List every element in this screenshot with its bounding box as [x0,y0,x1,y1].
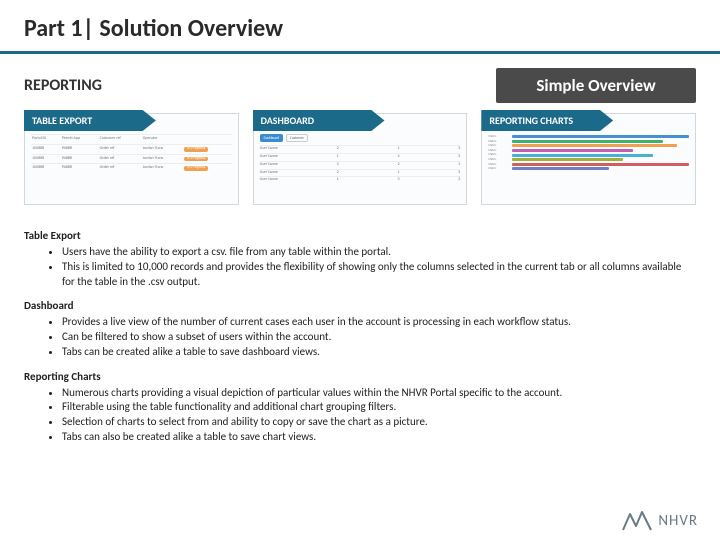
mini-button: Dashboard [260,134,283,142]
chart-bar-row: Metric [488,144,689,148]
bullet: Filterable using the table functionality… [62,400,696,415]
status-chip: In Progress [184,157,208,162]
chart-bar [512,167,608,170]
chart-bar [512,158,622,161]
subheader-row: REPORTING Simple Overview [0,54,720,113]
list-item: User Name132 [260,176,461,184]
td: Jordan Trans [142,154,184,164]
td: In Progress [183,144,231,154]
bullets-charts: Numerous charts providing a visual depic… [24,386,696,445]
chart-bar-label: Metric [488,144,510,148]
bullet: This is limited to 10,000 records and pr… [62,260,696,290]
list-item: User Name142 [260,153,461,161]
td: PA### [61,164,99,173]
chart-bar-row: Metric [488,167,689,171]
td: 100### [31,164,61,173]
chart-bar-label: Metric [488,135,510,139]
td: Jordan Trans [142,164,184,173]
td: Order ref [99,154,142,164]
chart-bar-label: Metric [488,149,510,153]
td: PA### [61,144,99,154]
chart-bar-label: Metric [488,158,510,162]
slide-title: Part 1| Solution Overview [0,0,720,51]
list-item: User Name215 [260,169,461,177]
td: 100### [31,144,61,154]
td: Jordan Trans [142,144,184,154]
logo-text: NHVR [658,512,698,530]
chart-bar-row: Metric [488,158,689,162]
td: In Progress [183,154,231,164]
chart-bar [512,163,689,166]
status-chip: In Progress [184,147,208,152]
bullet: Provides a live view of the number of cu… [62,315,696,330]
bullets-table-export: Users have the ability to export a csv. … [24,245,696,290]
panel-dashboard: DASHBOARD Dashboard Customer User Name21… [253,113,468,205]
thumbnail-panels: TABLE EXPORT Portal ID Permit App Custom… [0,113,720,205]
td: 100### [31,154,61,164]
logo-icon [622,510,652,532]
chart-bar-row: Metric [488,153,689,157]
chart-bar-row: Metric [488,135,689,139]
chart-bar [512,154,652,157]
list-item: User Name321 [260,161,461,169]
chart-bar-row: Metric [488,140,689,144]
chart-bar-label: Metric [488,153,510,157]
chart-bar [512,149,632,152]
section-label: REPORTING [24,76,102,95]
mini-button: Customer [286,134,308,142]
chart-bar [512,140,663,143]
thumbnail-table: Portal ID Permit App Customer ref Operat… [31,134,232,173]
th: Portal ID [31,135,61,145]
chart-bar-row: Metric [488,149,689,153]
footer-logo: NHVR [622,510,698,532]
panel-tab-charts: REPORTING CHARTS [481,110,613,131]
chart-bar-label: Metric [488,167,510,171]
heading-table-export: Table Export [24,229,696,244]
bullet: Users have the ability to export a csv. … [62,245,696,260]
th: Permit App [61,135,99,145]
panel-tab-table-export: TABLE EXPORT [24,110,156,131]
th: Customer ref [99,135,142,145]
bullet: Selection of charts to select from and a… [62,415,696,430]
th: Operator [142,135,184,145]
td: PA### [61,154,99,164]
td: Order ref [99,144,142,154]
td: In Progress [183,164,231,173]
bullet: Numerous charts providing a visual depic… [62,386,696,401]
panel-tab-dashboard: DASHBOARD [253,110,385,131]
list-item: User Name213 [260,145,461,153]
td: Order ref [99,164,142,173]
bullet: Tabs can be created alike a table to sav… [62,345,696,360]
bullet: Can be filtered to show a subset of user… [62,330,696,345]
panel-charts: REPORTING CHARTS MetricMetricMetricMetri… [481,113,696,205]
chart-bar-label: Metric [488,163,510,167]
chart-bar [512,135,689,138]
chart-bar-row: Metric [488,163,689,167]
body-text: Table Export Users have the ability to e… [0,205,720,445]
overview-badge: Simple Overview [496,68,696,103]
bullets-dashboard: Provides a live view of the number of cu… [24,315,696,360]
status-chip: In Progress [184,166,208,171]
bullet: Tabs can also be created alike a table t… [62,430,696,445]
chart-bar [512,144,677,147]
chart-bar-label: Metric [488,140,510,144]
heading-dashboard: Dashboard [24,299,696,314]
dashboard-buttons: Dashboard Customer [260,134,461,142]
panel-table-export: TABLE EXPORT Portal ID Permit App Custom… [24,113,239,205]
heading-charts: Reporting Charts [24,370,696,385]
th [183,135,231,145]
